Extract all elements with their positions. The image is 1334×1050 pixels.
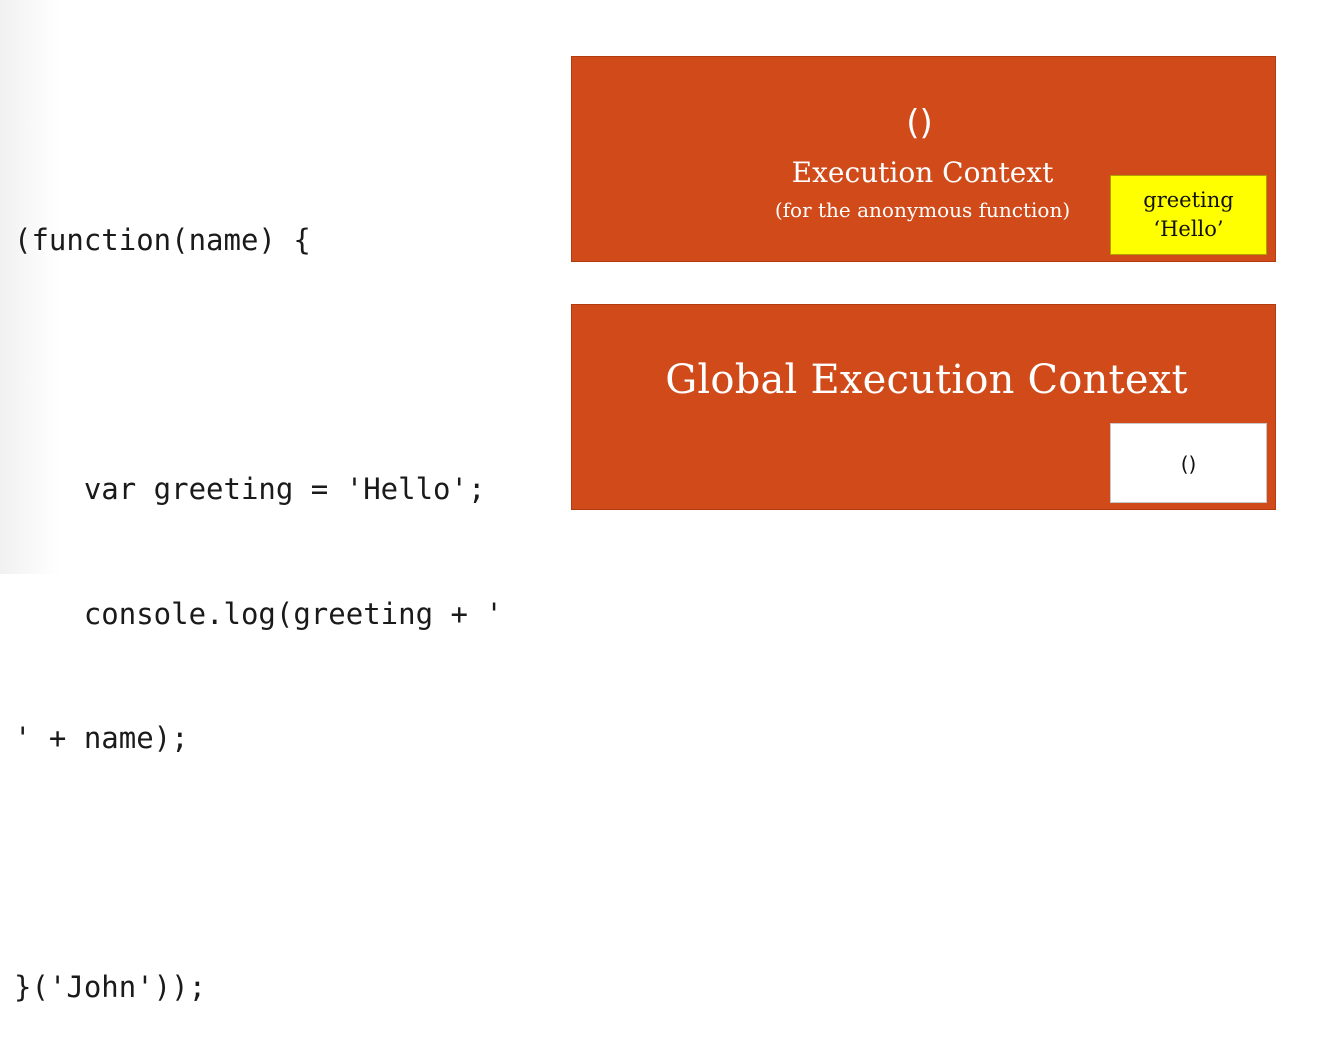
global-context-title: Global Execution Context — [665, 357, 1188, 403]
code-line: }('John')); — [14, 970, 207, 1004]
code-line: console.log(greeting + ' — [14, 596, 503, 631]
code-snippet: (function(name) { var greeting = 'Hello'… — [14, 137, 503, 1050]
function-object-box: () — [1110, 423, 1267, 503]
function-parens-symbol: () — [906, 103, 933, 143]
code-line: ' + name); — [14, 721, 189, 755]
greeting-variable-box: greeting ‘Hello’ — [1110, 175, 1267, 255]
global-execution-context: Global Execution Context () — [571, 304, 1276, 510]
code-line: var greeting = 'Hello'; — [14, 472, 486, 506]
code-line: (function(name) { — [14, 223, 311, 257]
anonymous-function-execution-context: () Execution Context (for the anonymous … — [571, 56, 1276, 262]
variable-name: greeting — [1143, 188, 1234, 212]
variable-value: ‘Hello’ — [1153, 217, 1224, 241]
